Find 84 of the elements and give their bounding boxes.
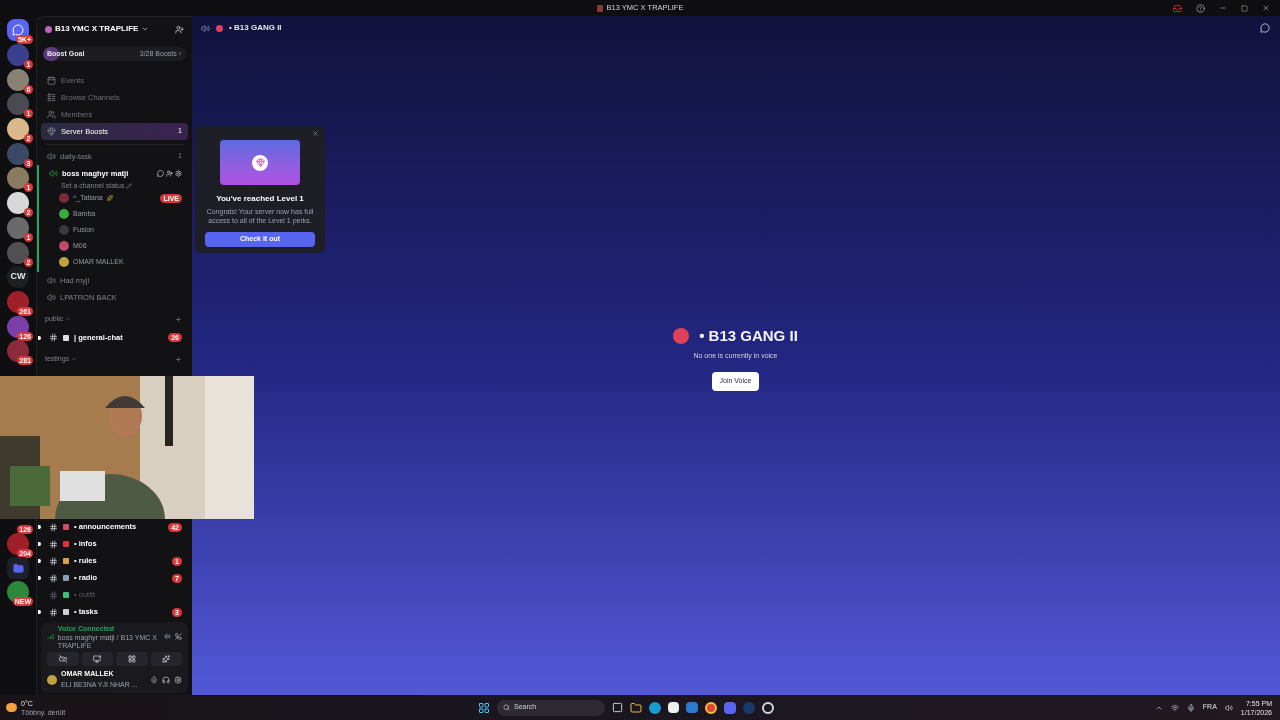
member-avatar[interactable] [59,209,69,219]
close-button[interactable] [312,130,319,137]
microphone-icon[interactable] [1186,703,1195,712]
search-icon [503,704,510,711]
channel-emoji-icon [63,592,69,598]
activities-button[interactable] [116,652,148,666]
member-avatar[interactable] [59,241,69,251]
pencil-icon [126,183,133,189]
camera-off-icon [58,655,67,663]
headphones-icon[interactable] [162,675,170,684]
folder-icon[interactable] [630,701,642,714]
server-folder[interactable] [7,557,29,579]
calendar-icon [47,76,56,85]
sparkle-icon [162,655,171,663]
channel-emoji-icon [63,575,69,581]
task-view-icon[interactable] [612,702,623,713]
channel-emoji-icon [63,524,69,530]
settings-icon[interactable] [174,675,182,684]
hash-icon [49,539,58,549]
invite-icon [166,170,173,177]
server-icon[interactable]: CW [7,266,29,289]
sound-wave-icon[interactable] [164,632,172,642]
member-avatar[interactable] [59,257,69,267]
inbox-icon[interactable] [1173,3,1182,13]
hash-icon [49,556,58,566]
microphone-icon[interactable] [150,675,158,684]
settings-icon [175,170,182,177]
server-name[interactable]: B13 YMC X TRAPLIFE [55,23,139,35]
server-avatar[interactable] [7,340,29,363]
grid-icon [127,655,136,663]
signal-icon [47,632,54,642]
app-icon [596,4,603,12]
channel-emoji-icon [63,334,69,341]
logo-icon [12,24,24,37]
list-icon [47,93,56,102]
hash-icon [49,573,58,583]
channel-emoji-icon [63,558,69,564]
channel-title: • B13 GANG II [229,22,282,34]
invite-icon[interactable] [175,24,184,34]
channel-emoji-icon [63,609,69,615]
home-button[interactable] [7,19,29,42]
close-icon[interactable] [1262,4,1270,12]
hash-icon [49,607,58,617]
server-avatar[interactable] [7,192,29,215]
screen-share-icon [93,655,102,663]
soundboard-button[interactable] [150,652,182,666]
chevron-icon [65,316,72,322]
hash-icon [49,590,58,600]
folder-icon [12,562,24,574]
user-avatar[interactable] [47,674,57,685]
server-avatar[interactable] [7,118,29,141]
start-icon[interactable] [478,701,490,714]
chevron-icon [71,356,78,362]
help-icon[interactable] [1196,3,1205,13]
channel-emoji-icon [63,541,69,547]
camera-button[interactable] [47,652,79,666]
chat-icon [157,170,164,177]
speaker-icon [49,169,58,178]
gem-icon [47,127,56,136]
add-channel-icon [175,315,182,323]
server-icon [45,25,52,33]
disconnect-icon[interactable] [175,632,182,642]
hash-icon [49,333,58,342]
popup-title: You've reached Level 1 [216,193,304,205]
speaker-icon [47,293,56,302]
hash-icon [49,522,58,532]
chevron-icon [141,25,150,33]
server-avatar[interactable] [7,290,29,313]
speaker-icon [47,276,56,285]
network-icon[interactable] [1170,703,1179,712]
volume-icon[interactable] [1224,703,1233,712]
speaker-icon [47,152,56,161]
maximize-icon[interactable] [1241,4,1248,12]
weather-icon [6,703,17,712]
add-channel-icon [175,355,182,363]
server-avatar[interactable] [7,581,29,603]
server-avatar[interactable] [7,315,29,338]
screen-share-button[interactable] [81,652,113,666]
members-icon [47,110,56,119]
voice-channel-title: • B13 GANG II [699,325,798,346]
server-avatar[interactable] [7,533,29,555]
chat-icon[interactable] [1260,23,1270,33]
speaker-icon [201,23,210,33]
sparkle-icon [106,195,113,201]
